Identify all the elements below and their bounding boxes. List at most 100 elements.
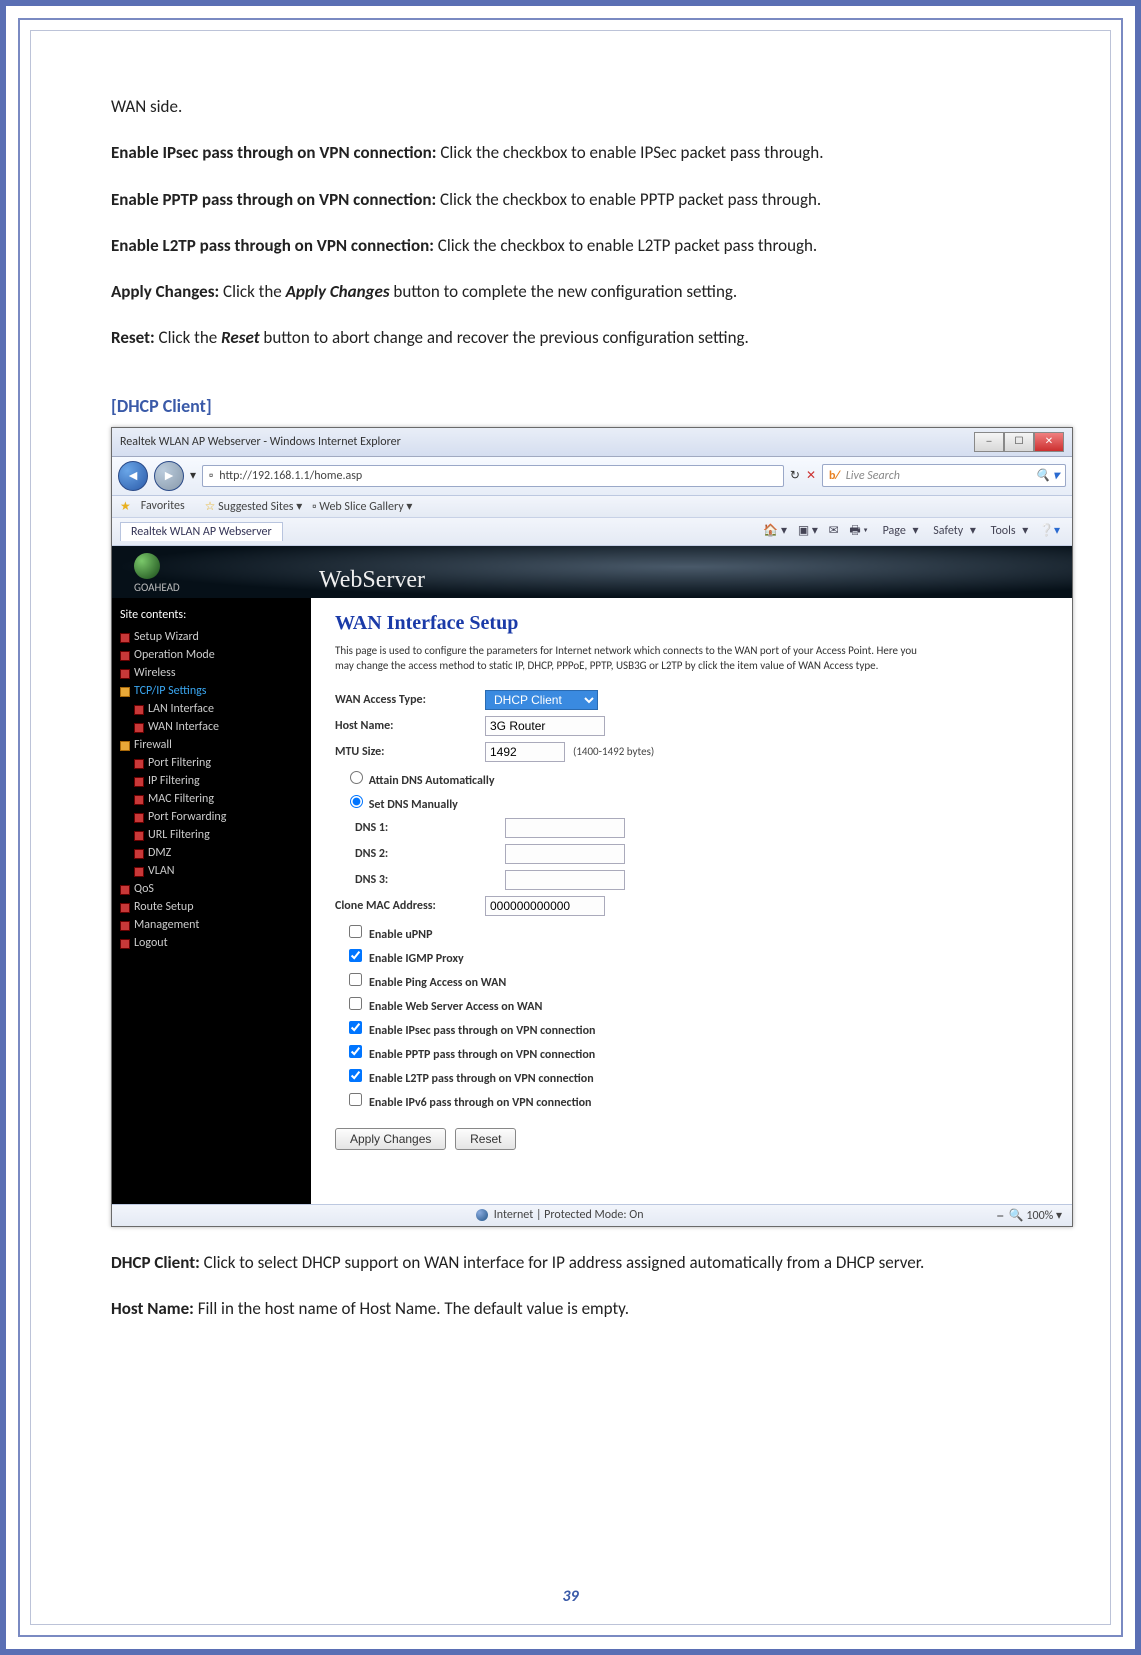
web-slice-text: Web Slice Gallery bbox=[319, 500, 403, 514]
page-description: This page is used to configure the param… bbox=[335, 643, 918, 674]
banner-title: WebServer bbox=[319, 567, 1072, 594]
refresh-icon[interactable]: ↻ bbox=[790, 468, 800, 483]
maximize-button[interactable]: ☐ bbox=[1004, 432, 1034, 452]
main-panel: WAN Interface Setup This page is used to… bbox=[311, 598, 942, 1204]
row-mtu: MTU Size: (1400-1492 bytes) bbox=[335, 742, 918, 762]
nav-route-setup[interactable]: Route Setup bbox=[120, 898, 305, 916]
dns1-label: DNS 1: bbox=[335, 821, 505, 835]
tools-menu[interactable]: Tools ▾ bbox=[987, 524, 1029, 538]
label-ipsec: Enable IPsec pass through on VPN connect… bbox=[111, 142, 437, 163]
para-wan-side: WAN side. bbox=[111, 91, 1030, 123]
nav-vlan[interactable]: VLAN bbox=[134, 862, 305, 880]
apply-changes-button[interactable]: Apply Changes bbox=[335, 1128, 446, 1150]
search-icon[interactable]: 🔍 ▾ bbox=[1035, 468, 1059, 483]
page-title: WAN Interface Setup bbox=[335, 612, 918, 635]
minimize-button[interactable]: ─ bbox=[974, 432, 1004, 452]
row-wan-access: WAN Access Type: DHCP Client bbox=[335, 690, 918, 710]
text-dhcp-client: Click to select DHCP support on WAN inte… bbox=[200, 1252, 924, 1273]
suggested-sites-link[interactable]: ☆ Suggested Sites ▾ bbox=[205, 499, 303, 514]
reset-button[interactable]: Reset bbox=[455, 1128, 516, 1150]
wan-access-select[interactable]: DHCP Client bbox=[485, 690, 598, 710]
nav-management[interactable]: Management bbox=[120, 916, 305, 934]
cb-ping[interactable] bbox=[349, 973, 362, 986]
cb-ipv6[interactable] bbox=[349, 1093, 362, 1106]
clone-mac-input[interactable] bbox=[485, 896, 605, 916]
cb-igmp[interactable] bbox=[349, 949, 362, 962]
help-icon[interactable]: ❔▾ bbox=[1039, 524, 1060, 538]
text-reset-b: button to abort change and recover the p… bbox=[260, 327, 749, 348]
dns2-input[interactable] bbox=[505, 844, 625, 864]
brand-text: GOAHEAD bbox=[134, 581, 180, 594]
back-button[interactable]: ◄ bbox=[118, 461, 148, 491]
dns-auto-radio[interactable] bbox=[350, 771, 363, 784]
cb-ipv6-label: Enable IPv6 pass through on VPN connecti… bbox=[369, 1096, 592, 1110]
search-box[interactable]: b⁄ Live Search 🔍 ▾ bbox=[822, 464, 1066, 487]
nav-port-forwarding[interactable]: Port Forwarding bbox=[134, 808, 305, 826]
para-apply: Apply Changes: Click the Apply Changes b… bbox=[111, 276, 1030, 308]
nav-dmz[interactable]: DMZ bbox=[134, 844, 305, 862]
web-slice-link[interactable]: ▫ Web Slice Gallery ▾ bbox=[312, 499, 412, 514]
nav-mac-filtering[interactable]: MAC Filtering bbox=[134, 790, 305, 808]
cb-ipsec[interactable] bbox=[349, 1021, 362, 1034]
nav-port-filtering[interactable]: Port Filtering bbox=[134, 754, 305, 772]
sidebar-nav: Site contents: Setup Wizard Operation Mo… bbox=[112, 598, 311, 1204]
nav-wan-interface[interactable]: WAN Interface bbox=[134, 718, 305, 736]
zoom-slider-icon[interactable]: ⎯ bbox=[997, 1209, 1003, 1223]
print-icon[interactable]: 🖶 ▾ bbox=[849, 524, 867, 538]
nav-tcpip[interactable]: TCP/IP Settings bbox=[120, 682, 305, 700]
label-reset: Reset: bbox=[111, 327, 155, 348]
cb-igmp-label: Enable IGMP Proxy bbox=[369, 952, 464, 966]
dns-manual-label: Set DNS Manually bbox=[369, 798, 458, 812]
close-button[interactable]: ✕ bbox=[1034, 432, 1064, 452]
cb-pptp[interactable] bbox=[349, 1045, 362, 1058]
address-bar[interactable]: ▫ http://192.168.1.1/home.asp bbox=[202, 465, 784, 487]
safety-menu[interactable]: Safety ▾ bbox=[929, 524, 976, 538]
nav-firewall[interactable]: Firewall bbox=[120, 736, 305, 754]
dns3-input[interactable] bbox=[505, 870, 625, 890]
dns-manual-radio[interactable] bbox=[350, 795, 363, 808]
nav-url-filtering[interactable]: URL Filtering bbox=[134, 826, 305, 844]
row-dns-manual: Set DNS Manually bbox=[345, 792, 918, 812]
mail-icon[interactable]: ✉ bbox=[829, 524, 839, 538]
cb-l2tp[interactable] bbox=[349, 1069, 362, 1082]
dns3-label: DNS 3: bbox=[335, 873, 505, 887]
status-zoom[interactable]: ⎯ 🔍 100% ▾ bbox=[997, 1208, 1062, 1223]
nav-wireless[interactable]: Wireless bbox=[120, 664, 305, 682]
favorites-label[interactable]: Favorites bbox=[141, 499, 185, 513]
para-dhcp-client: DHCP Client: Click to select DHCP suppor… bbox=[111, 1247, 1030, 1279]
cb-upnp[interactable] bbox=[349, 925, 362, 938]
host-name-input[interactable] bbox=[485, 716, 605, 736]
forward-button[interactable]: ► bbox=[154, 461, 184, 491]
zoom-icon: 🔍 bbox=[1009, 1209, 1024, 1223]
wan-access-label: WAN Access Type: bbox=[335, 693, 485, 707]
nav-lan-interface[interactable]: LAN Interface bbox=[134, 700, 305, 718]
mtu-input[interactable] bbox=[485, 742, 565, 762]
nav-setup-wizard[interactable]: Setup Wizard bbox=[120, 628, 305, 646]
page-number: 39 bbox=[31, 1587, 1110, 1606]
ie-status-bar: Internet | Protected Mode: On ⎯ 🔍 100% ▾ bbox=[112, 1204, 1072, 1226]
cb-web[interactable] bbox=[349, 997, 362, 1010]
url-text: http://192.168.1.1/home.asp bbox=[219, 469, 362, 483]
nav-operation-mode[interactable]: Operation Mode bbox=[120, 646, 305, 664]
home-icon[interactable]: 🏠 ▾ bbox=[763, 524, 787, 538]
favorites-star-icon[interactable]: ★ bbox=[120, 499, 131, 514]
dns1-input[interactable] bbox=[505, 818, 625, 838]
label-dhcp-client: DHCP Client: bbox=[111, 1252, 200, 1273]
text-reset-a: Click the bbox=[155, 327, 221, 348]
text-apply-b: button to complete the new configuration… bbox=[390, 281, 738, 302]
browser-tab[interactable]: Realtek WLAN AP Webserver bbox=[120, 522, 283, 541]
mtu-hint: (1400-1492 bytes) bbox=[573, 745, 654, 758]
page-menu[interactable]: Page ▾ bbox=[879, 524, 919, 538]
nav-qos[interactable]: QoS bbox=[120, 880, 305, 898]
stop-icon[interactable]: ✕ bbox=[806, 468, 816, 483]
nav-ip-filtering[interactable]: IP Filtering bbox=[134, 772, 305, 790]
text-host-name: Fill in the host name of Host Name. The … bbox=[194, 1298, 629, 1319]
label-l2tp: Enable L2TP pass through on VPN connecti… bbox=[111, 235, 434, 256]
dns-auto-label: Attain DNS Automatically bbox=[369, 774, 495, 788]
dropdown-icon[interactable]: ▾ bbox=[190, 468, 196, 483]
feeds-icon[interactable]: ▣ ▾ bbox=[798, 524, 818, 538]
nav-logout[interactable]: Logout bbox=[120, 934, 305, 952]
window-title: Realtek WLAN AP Webserver - Windows Inte… bbox=[120, 435, 401, 449]
cb-pptp-label: Enable PPTP pass through on VPN connecti… bbox=[369, 1048, 595, 1062]
row-dns3: DNS 3: bbox=[335, 870, 918, 890]
